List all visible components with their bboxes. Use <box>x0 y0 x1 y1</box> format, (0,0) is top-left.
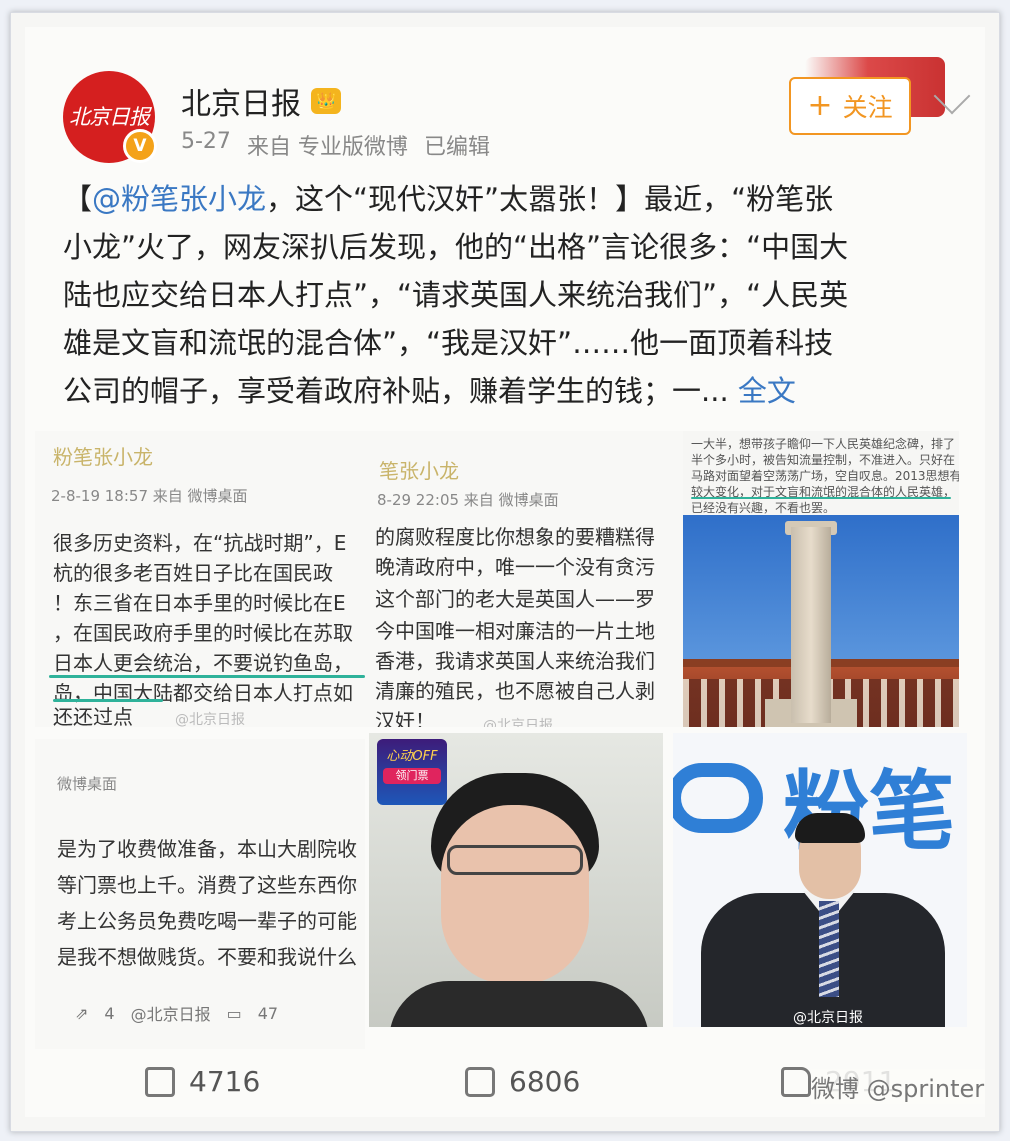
screenshot-line: 日本人更会统治，不要说钓鱼岛， <box>53 651 353 675</box>
post-image-5[interactable]: 心动OFF 领门票 <box>369 733 663 1027</box>
post-text-fragment: 公司的帽子，享受着政府补贴，赚着学生的钱；一... <box>63 374 738 408</box>
live-title: 心动OFF <box>386 749 438 764</box>
glasses-icon <box>447 845 583 875</box>
repost-icon <box>145 1066 175 1097</box>
follow-label: 关注 <box>842 93 893 122</box>
post-text-line: 小龙”火了，网友深扒后发现，他的“出格”言论很多：“中国大 <box>63 230 849 264</box>
screenshot-meta: 8-29 22:05 来自 微博桌面 <box>377 491 559 509</box>
screenshot-line: ！东三省在日本手里的时候比在E <box>53 591 346 615</box>
screenshot-author: 笔张小龙 <box>379 459 459 483</box>
screenshot-line: 汉奸！ <box>375 709 435 727</box>
screenshot-line: 这个部门的老大是英国人——罗 <box>375 587 655 611</box>
screenshot-comment-icon: ▭ <box>226 1003 242 1023</box>
mention-link[interactable]: @粉笔张小龙 <box>92 182 266 216</box>
person-face <box>441 805 589 985</box>
person-hair <box>795 813 865 843</box>
screenshot-line: ，在国民政府手里的时候比在苏取 <box>53 621 353 645</box>
screenshot-meta: 微博桌面 <box>57 775 118 793</box>
comment-button[interactable]: 6806 <box>465 1065 580 1098</box>
repost-count: 4716 <box>189 1065 261 1098</box>
post-text-fragment: ，这个“现代汉奸”太嚣张！】最近，“粉笔张 <box>266 182 834 216</box>
post-text: 【@粉笔张小龙，这个“现代汉奸”太嚣张！】最近，“粉笔张 小龙”火了，网友深扒后… <box>63 175 963 415</box>
screenshot-watermark: @北京日报 <box>130 1005 211 1024</box>
screenshot-line: 一大半，想带孩子瞻仰一下人民英雄纪念碑，排了 <box>691 437 956 451</box>
post-text-line: 雄是文盲和流氓的混合体”，“我是汉奸”……他一面顶着科技 <box>63 326 834 360</box>
post-image-4[interactable]: 微博桌面 是为了收费做准备，本山大剧院收 等门票也上千。消费了这些东西你 考上公… <box>35 739 365 1049</box>
post-image-2[interactable]: 笔张小龙 8-29 22:05 来自 微博桌面 的腐败程度比你想象的要糟糕得 晚… <box>365 431 683 727</box>
post-text-line: 【@粉笔张小龙，这个“现代汉奸”太嚣张！】最近，“粉笔张 <box>63 175 963 223</box>
highlight-underline <box>53 699 163 702</box>
screenshot-line: 香港，我请求英国人来统治我们 <box>375 649 655 673</box>
screenshot-line: 半个多小时，被告知流量控制，不准进入。只好在 <box>691 453 956 467</box>
brand-logo-icon <box>673 763 763 833</box>
post-edited-label: 已编辑 <box>423 135 490 160</box>
screenshot-comment-count: 47 <box>257 1003 279 1023</box>
author-row: 北京日报 👑 <box>181 79 341 123</box>
highlight-underline <box>691 497 951 499</box>
screenshot-line: 杭的很多老百姓日子比在国民政 <box>53 561 333 585</box>
post-source: 来自 专业版微博 <box>246 135 408 160</box>
screenshot-repost-count: 4 <box>104 1003 115 1023</box>
screenshot-stats: ⇗ 4 @北京日报 ▭ 47 <box>75 1001 278 1025</box>
follow-button[interactable]: + 关注 <box>789 77 911 135</box>
screenshot-line: 考上公务员免费吃喝一辈子的可能 <box>57 909 357 933</box>
post-text-line: 公司的帽子，享受着政府补贴，赚着学生的钱；一... 全文 <box>63 367 963 415</box>
screenshot-meta: 2-8-19 18:57 来自 微博桌面 <box>51 487 248 505</box>
image-watermark: @北京日报 <box>793 1010 863 1026</box>
comment-count: 6806 <box>509 1065 581 1098</box>
post-image-3[interactable]: 一大半，想带孩子瞻仰一下人民英雄纪念碑，排了 半个多小时，被告知流量控制，不准进… <box>683 431 959 727</box>
post-meta: 5-27 来自 专业版微博 已编辑 <box>181 129 490 161</box>
image-watermark: @北京日报 <box>175 712 245 727</box>
screenshot-line: 晚清政府中，唯一一个没有贪污 <box>375 555 655 579</box>
weibo-post-card: 北京日报 V 北京日报 👑 5-27 来自 专业版微博 已编辑 + 关注 【@粉… <box>25 27 985 1117</box>
thumbs-up-icon <box>781 1066 811 1097</box>
screenshot-line: 清廉的殖民，也不愿被自己人剥 <box>375 679 655 703</box>
screenshot-frame: 北京日报 V 北京日报 👑 5-27 来自 专业版微博 已编辑 + 关注 【@粉… <box>10 12 1000 1132</box>
post-date: 5-27 <box>181 129 231 154</box>
person-tie <box>819 901 839 997</box>
live-stream-badge: 心动OFF 领门票 <box>377 739 447 805</box>
full-text-link[interactable]: 全文 <box>738 374 796 408</box>
author-name[interactable]: 北京日报 <box>181 79 301 123</box>
post-text-line: 陆也应交给日本人打点”，“请求英国人来统治我们”，“人民英 <box>63 278 849 312</box>
screenshot-line: 很多历史资料，在“抗战时期”，E <box>53 531 347 555</box>
screenshot-line: 马路对面望着空荡荡广场，空自叹息。2013思想有 <box>691 469 959 483</box>
comment-icon <box>465 1066 495 1097</box>
post-image-1[interactable]: 粉笔张小龙 2-8-19 18:57 来自 微博桌面 很多历史资料，在“抗战时期… <box>35 431 365 727</box>
screenshot-line: 是为了收费做准备，本山大剧院收 <box>57 837 357 861</box>
post-action-bar: 4716 6806 2911 微博 @sprinterzl <box>25 1057 985 1117</box>
screenshot-line: 的腐败程度比你想象的要糟糕得 <box>375 525 655 549</box>
screenshot-line: 是我不想做贱货。不要和我说什么 <box>57 945 357 969</box>
plus-icon: + <box>807 88 833 123</box>
bracket-text: 【 <box>63 182 93 216</box>
live-ticket-button: 领门票 <box>383 768 441 784</box>
person-shirt <box>389 981 649 1027</box>
screenshot-line: 已经没有兴趣，不看也罢。 <box>691 501 836 515</box>
image-watermark: @北京日报 <box>483 718 553 727</box>
screenshot-line: 今中国唯一相对廉洁的一片土地 <box>375 619 655 643</box>
screenshot-line: 等门票也上千。消费了这些东西你 <box>57 873 357 897</box>
monument-photo <box>791 527 831 723</box>
verified-badge-icon: V <box>123 129 157 163</box>
member-crown-icon: 👑 <box>311 88 341 114</box>
highlight-underline <box>49 675 365 678</box>
screenshot-author: 粉笔张小龙 <box>53 445 153 469</box>
corner-watermark: 微博 @sprinterzl <box>811 1069 985 1104</box>
repost-button[interactable]: 4716 <box>145 1065 260 1098</box>
post-image-6[interactable]: 粉笔 @北京日报 <box>673 733 967 1027</box>
screenshot-line: 还还过点 <box>53 705 133 727</box>
screenshot-repost-icon: ⇗ <box>75 1003 89 1023</box>
